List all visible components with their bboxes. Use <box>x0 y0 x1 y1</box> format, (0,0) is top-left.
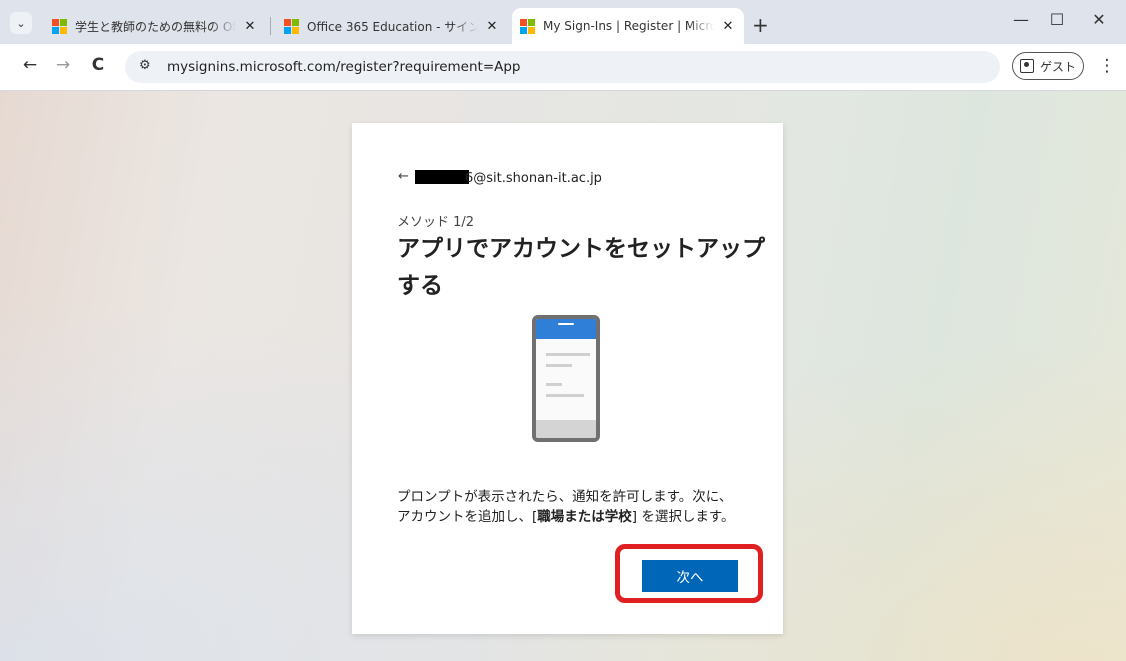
microsoft-logo-icon <box>284 18 299 34</box>
close-tab-icon[interactable]: ✕ <box>484 19 500 34</box>
profile-icon <box>1019 59 1034 73</box>
microsoft-logo-icon <box>52 18 67 34</box>
site-info-icon[interactable]: ⚙ <box>139 58 151 73</box>
minimize-icon[interactable]: — <box>1006 10 1036 29</box>
maximize-icon[interactable]: ☐ <box>1042 10 1072 29</box>
address-bar[interactable]: ⚙ mysignins.microsoft.com/register?requi… <box>125 51 1000 83</box>
method-step: メソッド 1/2 <box>397 215 475 230</box>
instruction-text-part: ] を選択します。 <box>631 509 735 525</box>
tab-divider <box>270 17 271 35</box>
profile-label: ゲスト <box>1039 59 1076 74</box>
tab-my-sign-ins[interactable]: My Sign-Ins | Register | Microsoft ✕ <box>512 8 744 44</box>
profile-button[interactable]: ゲスト <box>1012 52 1084 80</box>
menu-kebab-icon[interactable]: ⋮ <box>1097 56 1117 76</box>
back-arrow-icon[interactable]: ← <box>18 55 42 75</box>
instruction-text: プロンプトが表示されたら、通知を許可します。次に、アカウントを追加し、[職場また… <box>397 487 745 527</box>
annotation-highlight-box <box>615 544 763 603</box>
tab-office365-education[interactable]: Office 365 Education - サインアップ ✕ <box>276 8 508 44</box>
microsoft-logo-icon <box>520 18 535 34</box>
forward-arrow-icon[interactable]: → <box>51 55 75 75</box>
phone-illustration-icon <box>532 315 600 442</box>
tab-strip: ⌄ 学生と教師のための無料の Office ✕ Office 365 Educa… <box>0 0 1126 44</box>
reload-icon[interactable]: C <box>86 55 110 75</box>
tab-office-free[interactable]: 学生と教師のための無料の Office ✕ <box>44 8 266 44</box>
redacted-username <box>415 170 469 184</box>
tab-search-chevron-icon[interactable]: ⌄ <box>10 12 32 34</box>
new-tab-icon[interactable]: + <box>752 13 769 37</box>
instruction-bold: 職場または学校 <box>537 509 632 525</box>
close-tab-icon[interactable]: ✕ <box>242 19 258 34</box>
account-email: 6@sit.shonan-it.ac.jp <box>465 171 602 186</box>
url-text[interactable]: mysignins.microsoft.com/register?require… <box>167 59 521 75</box>
window-close-icon[interactable]: ✕ <box>1084 10 1114 29</box>
page-background: ← 6@sit.shonan-it.ac.jp メソッド 1/2 アプリでアカウ… <box>0 91 1126 661</box>
tab-title: 学生と教師のための無料の Office <box>75 19 236 34</box>
tab-title: My Sign-Ins | Register | Microsoft <box>543 19 714 33</box>
page-title: アプリでアカウントをセットアップする <box>397 236 765 299</box>
close-tab-icon[interactable]: ✕ <box>720 19 736 34</box>
browser-toolbar: ← → C ⚙ mysignins.microsoft.com/register… <box>0 44 1126 91</box>
tab-title: Office 365 Education - サインアップ <box>307 19 478 34</box>
back-arrow-icon[interactable]: ← <box>398 169 409 184</box>
